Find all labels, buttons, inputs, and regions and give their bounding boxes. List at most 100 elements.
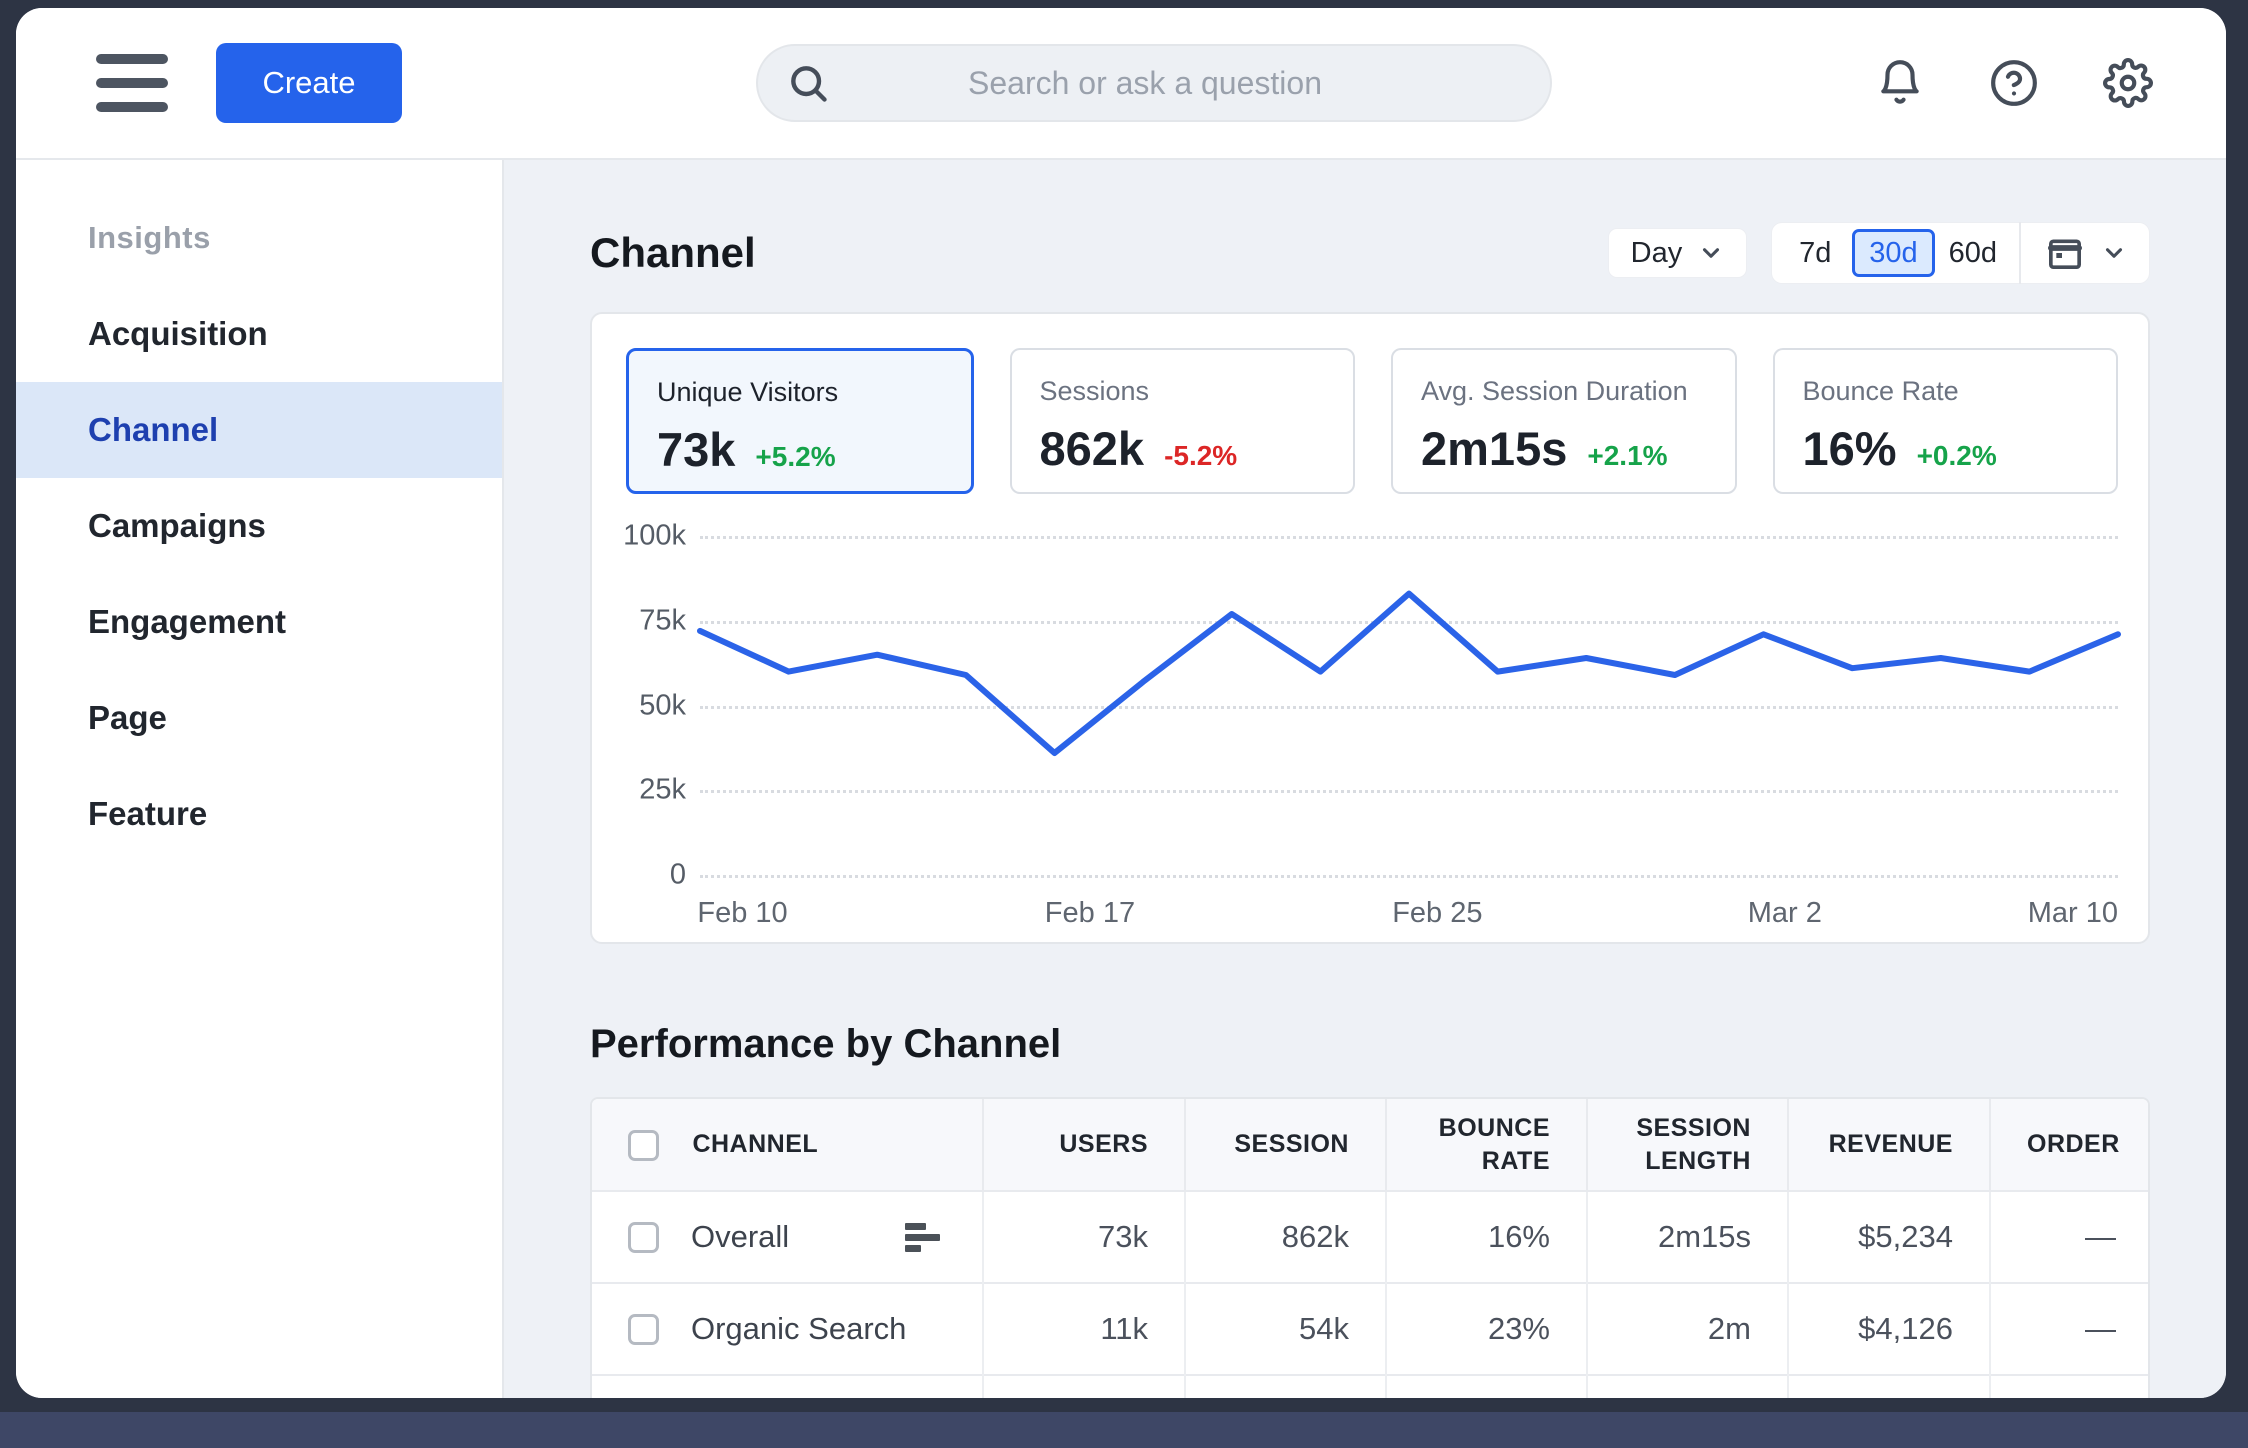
stat-label: Bounce Rate	[1803, 376, 2089, 407]
channel-name: Organic Search	[691, 1311, 906, 1347]
help-icon	[1989, 58, 2039, 108]
granularity-dropdown[interactable]: Day	[1608, 228, 1748, 278]
row-checkbox[interactable]	[628, 1314, 659, 1345]
stat-card-bounce-rate[interactable]: Bounce Rate 16% +0.2%	[1773, 348, 2119, 494]
search-input[interactable]	[830, 46, 1550, 120]
stat-delta: +0.2%	[1917, 440, 1997, 472]
settings-button[interactable]	[2102, 57, 2154, 109]
table-row[interactable]: Overall 73k 862k 16% 2m15s $5,234 —	[592, 1191, 2150, 1283]
date-picker-button[interactable]	[2029, 233, 2143, 273]
stat-card-unique-visitors[interactable]: Unique Visitors 73k +5.2%	[626, 348, 974, 494]
granularity-label: Day	[1631, 237, 1683, 270]
summary-bars-icon	[905, 1223, 940, 1252]
range-toggle-group: 7d 30d 60d	[1771, 222, 2150, 284]
sidebar-item-campaigns[interactable]: Campaigns	[16, 478, 502, 574]
stat-label: Unique Visitors	[657, 377, 943, 408]
range-30d-button[interactable]: 30d	[1852, 229, 1934, 277]
x-tick-label: Feb 17	[1045, 897, 1135, 930]
table-header-row: CHANNEL USERS SESSION BOUNCE RATE SESSIO…	[592, 1099, 2150, 1191]
cell-revenue: $4,126	[1788, 1283, 1990, 1375]
stat-card-sessions[interactable]: Sessions 862k -5.2%	[1010, 348, 1356, 494]
channel-name: Overall	[691, 1219, 789, 1255]
cell-order: —	[1990, 1283, 2150, 1375]
stat-value: 16%	[1803, 421, 1897, 476]
sidebar-section-insights: Insights	[16, 190, 502, 286]
x-axis: Feb 10 Feb 17 Feb 25 Mar 2 Mar 10	[700, 875, 2118, 945]
cell-order: —	[1990, 1191, 2150, 1283]
chevron-down-icon	[2101, 240, 2127, 266]
page-title: Channel	[590, 229, 756, 277]
cell-users: 9,352	[983, 1375, 1185, 1398]
row-checkbox[interactable]	[628, 1222, 659, 1253]
cell-session: 862k	[1185, 1191, 1386, 1283]
cell-users: 73k	[983, 1191, 1185, 1283]
create-button[interactable]: Create	[216, 43, 402, 123]
line-chart-path	[700, 594, 2118, 753]
y-tick-label: 75k	[639, 604, 686, 637]
sidebar: Insights Acquisition Channel Campaigns E…	[16, 160, 504, 1398]
y-tick-label: 50k	[639, 689, 686, 722]
divider	[2019, 222, 2021, 284]
range-60d-button[interactable]: 60d	[1935, 229, 2011, 277]
column-header-users: USERS	[983, 1099, 1185, 1191]
select-all-checkbox[interactable]	[628, 1130, 659, 1161]
sidebar-item-channel[interactable]: Channel	[16, 382, 502, 478]
search-bar[interactable]	[756, 44, 1552, 122]
x-tick-label: Feb 10	[697, 897, 787, 930]
y-tick-label: 0	[670, 859, 686, 892]
line-chart: 100k 75k 50k 25k 0	[626, 536, 2118, 875]
sidebar-item-feature[interactable]: Feature	[16, 766, 502, 862]
sidebar-item-page[interactable]: Page	[16, 670, 502, 766]
calendar-icon	[2045, 233, 2085, 273]
date-controls: Day 7d 30d 60d	[1608, 222, 2150, 284]
table-row[interactable]: Organic Search 11k 54k 23% 2m $4,126 —	[592, 1283, 2150, 1375]
column-header-revenue: REVENUE	[1788, 1099, 1990, 1191]
background-band	[0, 1412, 2248, 1448]
stat-delta: -5.2%	[1164, 440, 1237, 472]
line-chart-svg	[700, 536, 2118, 875]
stat-label: Avg. Session Duration	[1421, 376, 1707, 407]
cell-order: 9,352	[1990, 1375, 2150, 1398]
x-tick-label: Mar 10	[2028, 897, 2118, 930]
stat-value: 2m15s	[1421, 421, 1567, 476]
search-icon	[786, 61, 830, 105]
stat-cards: Unique Visitors 73k +5.2% Sessions 862k …	[626, 348, 2118, 494]
plot-area	[700, 536, 2118, 875]
cell-bounce-rate: 16%	[1386, 1191, 1587, 1283]
x-tick-label: Feb 25	[1392, 897, 1482, 930]
sidebar-item-engagement[interactable]: Engagement	[16, 574, 502, 670]
column-header-session-length: SESSION LENGTH	[1587, 1099, 1788, 1191]
column-header-bounce-rate: BOUNCE RATE	[1386, 1099, 1587, 1191]
table-row[interactable]: Overall 9,352 9,352 9,352 9,352 9,352 9,…	[592, 1375, 2150, 1398]
topbar-actions	[1874, 8, 2154, 158]
performance-table-panel: CHANNEL USERS SESSION BOUNCE RATE SESSIO…	[590, 1097, 2150, 1398]
cell-revenue: $5,234	[1788, 1191, 1990, 1283]
x-tick-label: Mar 2	[1748, 897, 1822, 930]
bell-icon	[1875, 58, 1925, 108]
top-bar: Create	[16, 8, 2226, 160]
cell-bounce-rate: 9,352	[1386, 1375, 1587, 1398]
cell-users: 11k	[983, 1283, 1185, 1375]
notifications-button[interactable]	[1874, 57, 1926, 109]
cell-session-length: 2m	[1587, 1283, 1788, 1375]
stat-label: Sessions	[1040, 376, 1326, 407]
column-header-channel: CHANNEL	[692, 1130, 818, 1158]
stat-value: 73k	[657, 422, 735, 477]
help-button[interactable]	[1988, 57, 2040, 109]
y-axis: 100k 75k 50k 25k 0	[626, 536, 700, 875]
stat-delta: +5.2%	[755, 441, 835, 473]
cell-bounce-rate: 23%	[1386, 1283, 1587, 1375]
stat-card-avg-session-duration[interactable]: Avg. Session Duration 2m15s +2.1%	[1391, 348, 1737, 494]
cell-session: 9,352	[1185, 1375, 1386, 1398]
range-7d-button[interactable]: 7d	[1778, 229, 1852, 277]
hamburger-menu-icon[interactable]	[96, 54, 168, 112]
main-content: Channel Day 7d 30d 60d	[504, 160, 2226, 1398]
column-header-order: ORDER	[1990, 1099, 2150, 1191]
y-tick-label: 100k	[623, 520, 686, 553]
cell-session-length: 9,352	[1587, 1375, 1788, 1398]
sidebar-item-acquisition[interactable]: Acquisition	[16, 286, 502, 382]
y-tick-label: 25k	[639, 774, 686, 807]
chevron-down-icon	[1698, 240, 1724, 266]
stat-delta: +2.1%	[1587, 440, 1667, 472]
stat-value: 862k	[1040, 421, 1145, 476]
